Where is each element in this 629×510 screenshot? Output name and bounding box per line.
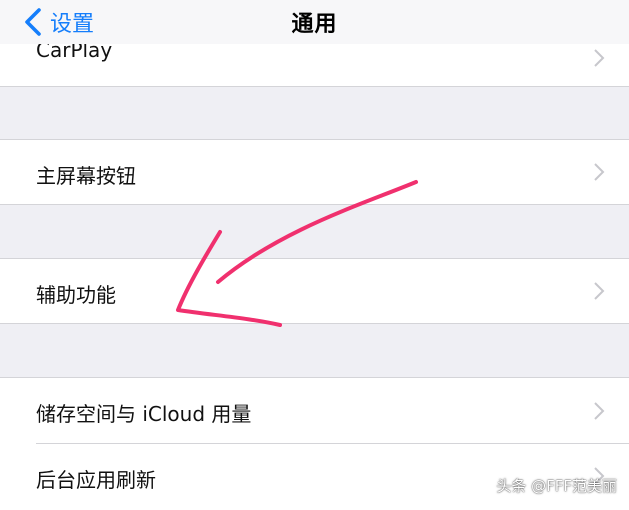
chevron-right-icon bbox=[594, 282, 605, 300]
list-item-label: 后台应用刷新 bbox=[36, 468, 156, 492]
list-item-home-button[interactable]: 主屏幕按钮 bbox=[0, 140, 629, 204]
navigation-bar: 设置 通用 bbox=[0, 0, 629, 44]
list-item-storage-icloud[interactable]: 储存空间与 iCloud 用量 bbox=[0, 378, 629, 444]
list-item-accessibility[interactable]: 辅助功能 bbox=[0, 259, 629, 323]
watermark: 头条 @FFF范美丽 bbox=[496, 477, 617, 495]
list-item-label: 主屏幕按钮 bbox=[36, 164, 136, 188]
divider bbox=[0, 86, 629, 87]
chevron-right-icon bbox=[594, 163, 605, 181]
page-title: 通用 bbox=[291, 12, 338, 37]
list-item-label: 储存空间与 iCloud 用量 bbox=[36, 402, 252, 426]
divider bbox=[0, 204, 629, 205]
divider bbox=[0, 323, 629, 324]
chevron-right-icon bbox=[594, 402, 605, 420]
list-item-label: 辅助功能 bbox=[36, 283, 116, 307]
chevron-right-icon bbox=[594, 49, 605, 67]
